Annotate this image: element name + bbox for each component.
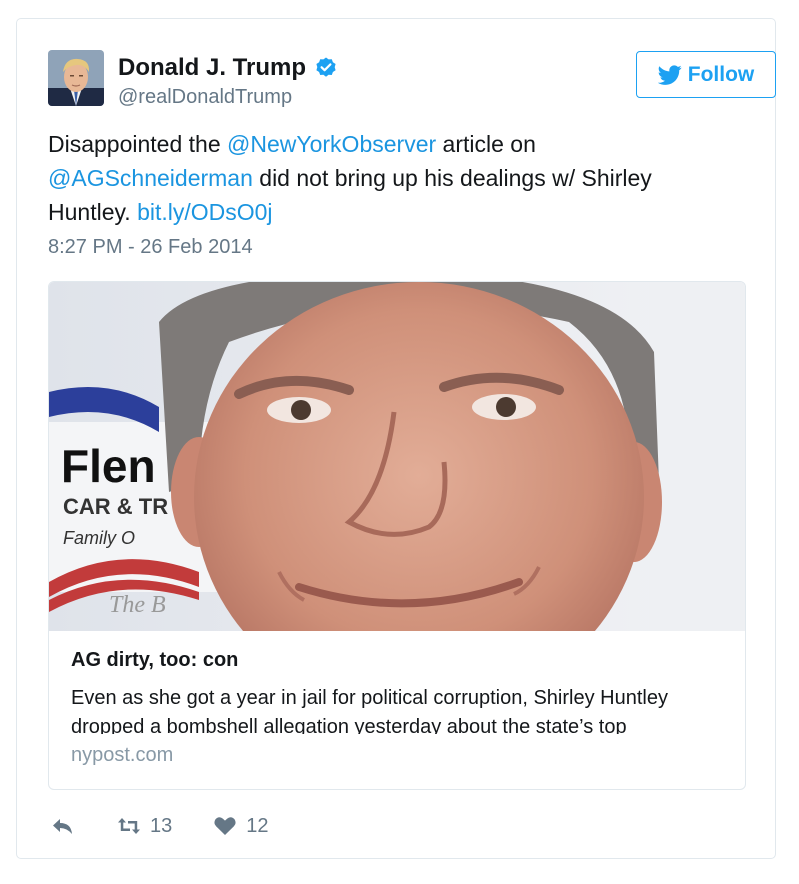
mention-agschneiderman[interactable]: @AGSchneiderman [48, 165, 253, 191]
follow-button-label: Follow [687, 62, 755, 86]
tweet-text-part: Disappointed the [48, 131, 228, 157]
link-card-photo: Flen CAR & TR Family O The B [49, 282, 745, 631]
tweet-timestamp[interactable]: 8:27 PM - 26 Feb 2014 [48, 236, 253, 259]
link-card-title: AG dirty, too: con [71, 649, 239, 671]
retweet-button[interactable]: 13 [116, 813, 172, 839]
tweet-text: Disappointed the @NewYorkObserver articl… [48, 127, 728, 229]
like-count: 12 [246, 814, 269, 837]
reply-icon [53, 819, 72, 834]
link-preview-card[interactable]: Flen CAR & TR Family O The B AG dirty, t… [48, 281, 746, 790]
tweet-card: Donald J. Trump @realDonaldTrump Follow … [16, 18, 776, 859]
link-card-domain: nypost.com [71, 744, 174, 766]
tweet-text-part: article on [436, 131, 536, 157]
tweet-header: Donald J. Trump @realDonaldTrump Follow [48, 50, 776, 110]
user-handle[interactable]: @realDonaldTrump [118, 86, 338, 109]
link-card-description: Even as she got a year in jail for polit… [71, 687, 668, 734]
link-card-body: AG dirty, too: con Even as she got a yea… [71, 649, 731, 767]
link-card-image: Flen CAR & TR Family O The B [49, 282, 745, 631]
retweet-icon [118, 818, 140, 834]
retweet-count: 13 [150, 814, 173, 837]
sign-text: Flen [61, 440, 156, 492]
user-name-block[interactable]: Donald J. Trump @realDonaldTrump [118, 54, 338, 109]
sign-text: Family O [63, 528, 135, 548]
verified-badge-icon [316, 57, 336, 77]
tweet-url-link[interactable]: bit.ly/ODsO0j [137, 199, 272, 225]
avatar-photo [48, 50, 104, 106]
sign-text: The B [109, 592, 166, 618]
heart-icon [214, 817, 236, 835]
twitter-bird-icon [657, 64, 682, 85]
avatar[interactable] [48, 50, 104, 106]
tweet-actions: 13 12 [50, 813, 309, 839]
follow-button[interactable]: Follow [636, 51, 776, 98]
display-name[interactable]: Donald J. Trump [118, 54, 306, 82]
reply-button[interactable] [50, 813, 76, 839]
mention-newyorkobserver[interactable]: @NewYorkObserver [227, 131, 436, 157]
sign-text: CAR & TR [63, 494, 168, 519]
like-button[interactable]: 12 [212, 813, 269, 839]
